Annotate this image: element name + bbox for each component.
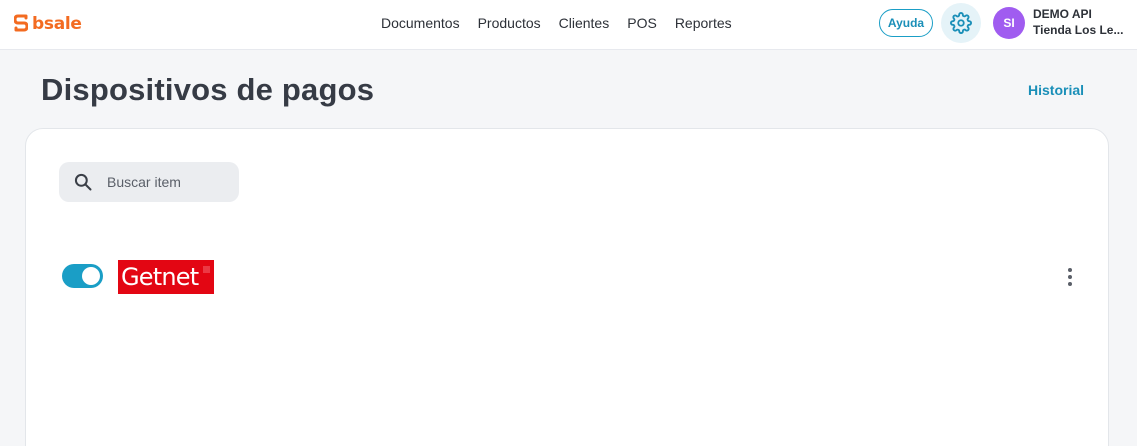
bsale-logo[interactable]: bsale xyxy=(14,11,82,37)
top-bar: bsale Documentos Productos Clientes POS … xyxy=(0,0,1137,50)
search-icon xyxy=(73,172,93,192)
device-name: Getnet xyxy=(121,263,199,291)
brand-name: bsale xyxy=(32,14,82,34)
nav-item-productos[interactable]: Productos xyxy=(478,15,541,31)
gear-icon xyxy=(950,12,972,34)
more-vertical-icon xyxy=(1068,268,1072,286)
nav-item-pos[interactable]: POS xyxy=(627,15,657,31)
nav-item-clientes[interactable]: Clientes xyxy=(559,15,610,31)
search-box[interactable] xyxy=(59,162,239,202)
main-nav: Documentos Productos Clientes POS Report… xyxy=(372,0,741,46)
page-title: Dispositivos de pagos xyxy=(41,72,375,107)
help-button[interactable]: Ayuda xyxy=(879,9,933,37)
getnet-logo: Getnet xyxy=(118,260,214,294)
device-row: Getnet xyxy=(62,260,1102,294)
toggle-knob xyxy=(82,267,100,285)
history-link[interactable]: Historial xyxy=(1028,82,1084,98)
user-name[interactable]: DEMO API xyxy=(1033,7,1092,21)
user-store[interactable]: Tienda Los Le... xyxy=(1033,23,1129,37)
devices-card: Getnet xyxy=(25,128,1109,446)
nav-item-documentos[interactable]: Documentos xyxy=(381,15,460,31)
search-input[interactable] xyxy=(107,174,232,190)
user-avatar[interactable]: SI xyxy=(993,7,1025,39)
bsale-logo-icon xyxy=(14,14,28,32)
nav-item-reportes[interactable]: Reportes xyxy=(675,15,732,31)
device-enabled-toggle[interactable] xyxy=(62,264,103,288)
device-more-button[interactable] xyxy=(1058,265,1082,289)
settings-button[interactable] xyxy=(941,3,981,43)
getnet-dots-decoration xyxy=(203,266,210,273)
